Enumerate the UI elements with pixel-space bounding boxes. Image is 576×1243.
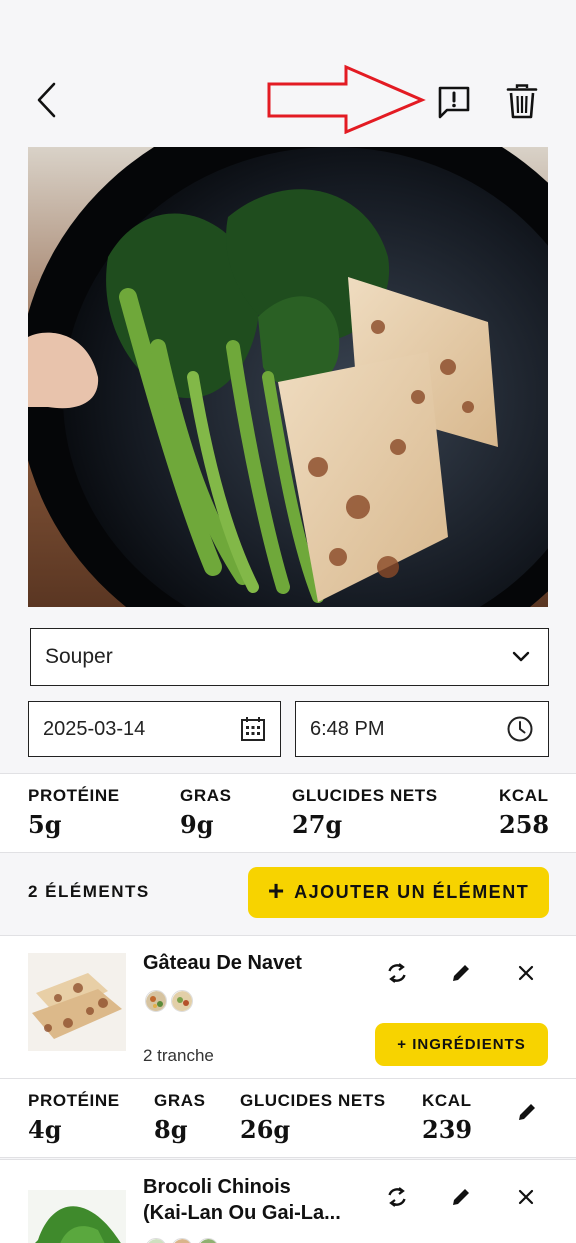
plus-icon: + bbox=[267, 875, 285, 906]
meal-type-select[interactable]: Souper bbox=[30, 628, 549, 686]
ingredient-icon bbox=[145, 1238, 167, 1243]
kcal-value: 258 bbox=[499, 810, 550, 839]
item-protein-label: PROTÉINE bbox=[28, 1091, 120, 1110]
ingredient-icons bbox=[145, 1238, 219, 1243]
back-button[interactable] bbox=[28, 80, 64, 120]
kcal-total: KCAL 258 bbox=[499, 786, 549, 839]
time-value: 6:48 PM bbox=[310, 717, 385, 740]
food-name-line-2: (Kai-Lan Ou Gai-La... bbox=[143, 1202, 341, 1224]
item-kcal-label: KCAL bbox=[422, 1091, 472, 1110]
swap-icon bbox=[388, 963, 406, 983]
item-protein: PROTÉINE 4g bbox=[28, 1091, 120, 1144]
ingredient-icons bbox=[145, 990, 193, 1012]
food-item[interactable]: Brocoli Chinois (Kai-Lan Ou Gai-La... bbox=[0, 1159, 576, 1243]
food-thumbnail bbox=[28, 1190, 126, 1243]
add-item-label: AJOUTER UN ÉLÉMENT bbox=[294, 882, 530, 902]
meal-photo[interactable] bbox=[28, 147, 548, 607]
add-item-button[interactable]: + AJOUTER UN ÉLÉMENT bbox=[248, 867, 549, 918]
carbs-label: GLUCIDES NETS bbox=[292, 786, 438, 805]
items-count: 2 ÉLÉMENTS bbox=[28, 882, 150, 901]
add-ingredients-button[interactable]: + INGRÉDIENTS bbox=[375, 1023, 548, 1066]
food-name-line-1: Brocoli Chinois bbox=[143, 1176, 291, 1198]
pencil-icon bbox=[453, 965, 469, 981]
food-item[interactable]: Gâteau De Navet 2 tranche + INGRÉDIENTS bbox=[0, 935, 576, 1078]
date-field[interactable]: 2025-03-14 bbox=[28, 701, 281, 757]
food-name: Gâteau De Navet bbox=[143, 952, 302, 974]
kcal-label: KCAL bbox=[499, 786, 549, 805]
report-button[interactable] bbox=[432, 82, 476, 122]
item-fat-label: GRAS bbox=[154, 1091, 206, 1110]
item-protein-value: 4g bbox=[28, 1115, 62, 1144]
protein-label: PROTÉINE bbox=[28, 786, 120, 805]
item-carbs-label: GLUCIDES NETS bbox=[240, 1091, 386, 1110]
ingredient-icon bbox=[145, 990, 167, 1012]
item-carbs-value: 26g bbox=[240, 1115, 291, 1144]
trash-icon bbox=[506, 84, 538, 119]
ingredient-icon bbox=[197, 1238, 219, 1243]
delete-button[interactable] bbox=[500, 80, 544, 122]
carbs-value: 27g bbox=[292, 810, 343, 839]
meal-totals: PROTÉINE 5g GRAS 9g GLUCIDES NETS 27g KC… bbox=[0, 773, 576, 853]
protein-value: 5g bbox=[28, 810, 62, 839]
item-macros: PROTÉINE 4g GRAS 8g GLUCIDES NETS 26g KC… bbox=[0, 1078, 576, 1158]
food-thumbnail bbox=[28, 953, 126, 1051]
edit-button[interactable] bbox=[446, 958, 476, 988]
time-field[interactable]: 6:48 PM bbox=[295, 701, 549, 757]
remove-button[interactable] bbox=[511, 958, 541, 988]
fat-total: GRAS 9g bbox=[180, 786, 232, 839]
calendar-icon bbox=[241, 717, 265, 741]
item-kcal-value: 239 bbox=[422, 1115, 473, 1144]
item-fat-value: 8g bbox=[154, 1115, 188, 1144]
swap-button[interactable] bbox=[382, 1182, 412, 1212]
remove-button[interactable] bbox=[511, 1182, 541, 1212]
item-carbs: GLUCIDES NETS 26g bbox=[240, 1091, 386, 1144]
ingredient-icon bbox=[171, 990, 193, 1012]
food-name: Brocoli Chinois (Kai-Lan Ou Gai-La... bbox=[143, 1174, 373, 1226]
fat-value: 9g bbox=[180, 810, 214, 839]
report-message-icon bbox=[438, 86, 470, 119]
edit-macros-button[interactable] bbox=[512, 1097, 542, 1127]
edit-button[interactable] bbox=[446, 1182, 476, 1212]
close-icon bbox=[518, 1189, 534, 1205]
date-value: 2025-03-14 bbox=[43, 717, 146, 740]
fat-label: GRAS bbox=[180, 786, 232, 805]
pencil-icon bbox=[519, 1104, 535, 1120]
swap-button[interactable] bbox=[382, 958, 412, 988]
swap-icon bbox=[388, 1187, 406, 1207]
ingredient-icon bbox=[171, 1238, 193, 1243]
pencil-icon bbox=[453, 1189, 469, 1205]
items-header: 2 ÉLÉMENTS + AJOUTER UN ÉLÉMENT bbox=[0, 854, 576, 934]
close-icon bbox=[518, 965, 534, 981]
portion-size: 2 tranche bbox=[143, 1046, 214, 1065]
protein-total: PROTÉINE 5g bbox=[28, 786, 120, 839]
top-bar bbox=[0, 60, 576, 140]
clock-icon bbox=[507, 716, 533, 742]
carbs-total: GLUCIDES NETS 27g bbox=[292, 786, 438, 839]
chevron-down-icon bbox=[512, 651, 530, 662]
item-kcal: KCAL 239 bbox=[422, 1091, 472, 1144]
meal-type-value: Souper bbox=[45, 645, 113, 668]
chevron-left-icon bbox=[37, 82, 56, 118]
annotation-arrow-icon bbox=[267, 64, 426, 134]
item-fat: GRAS 8g bbox=[154, 1091, 206, 1144]
